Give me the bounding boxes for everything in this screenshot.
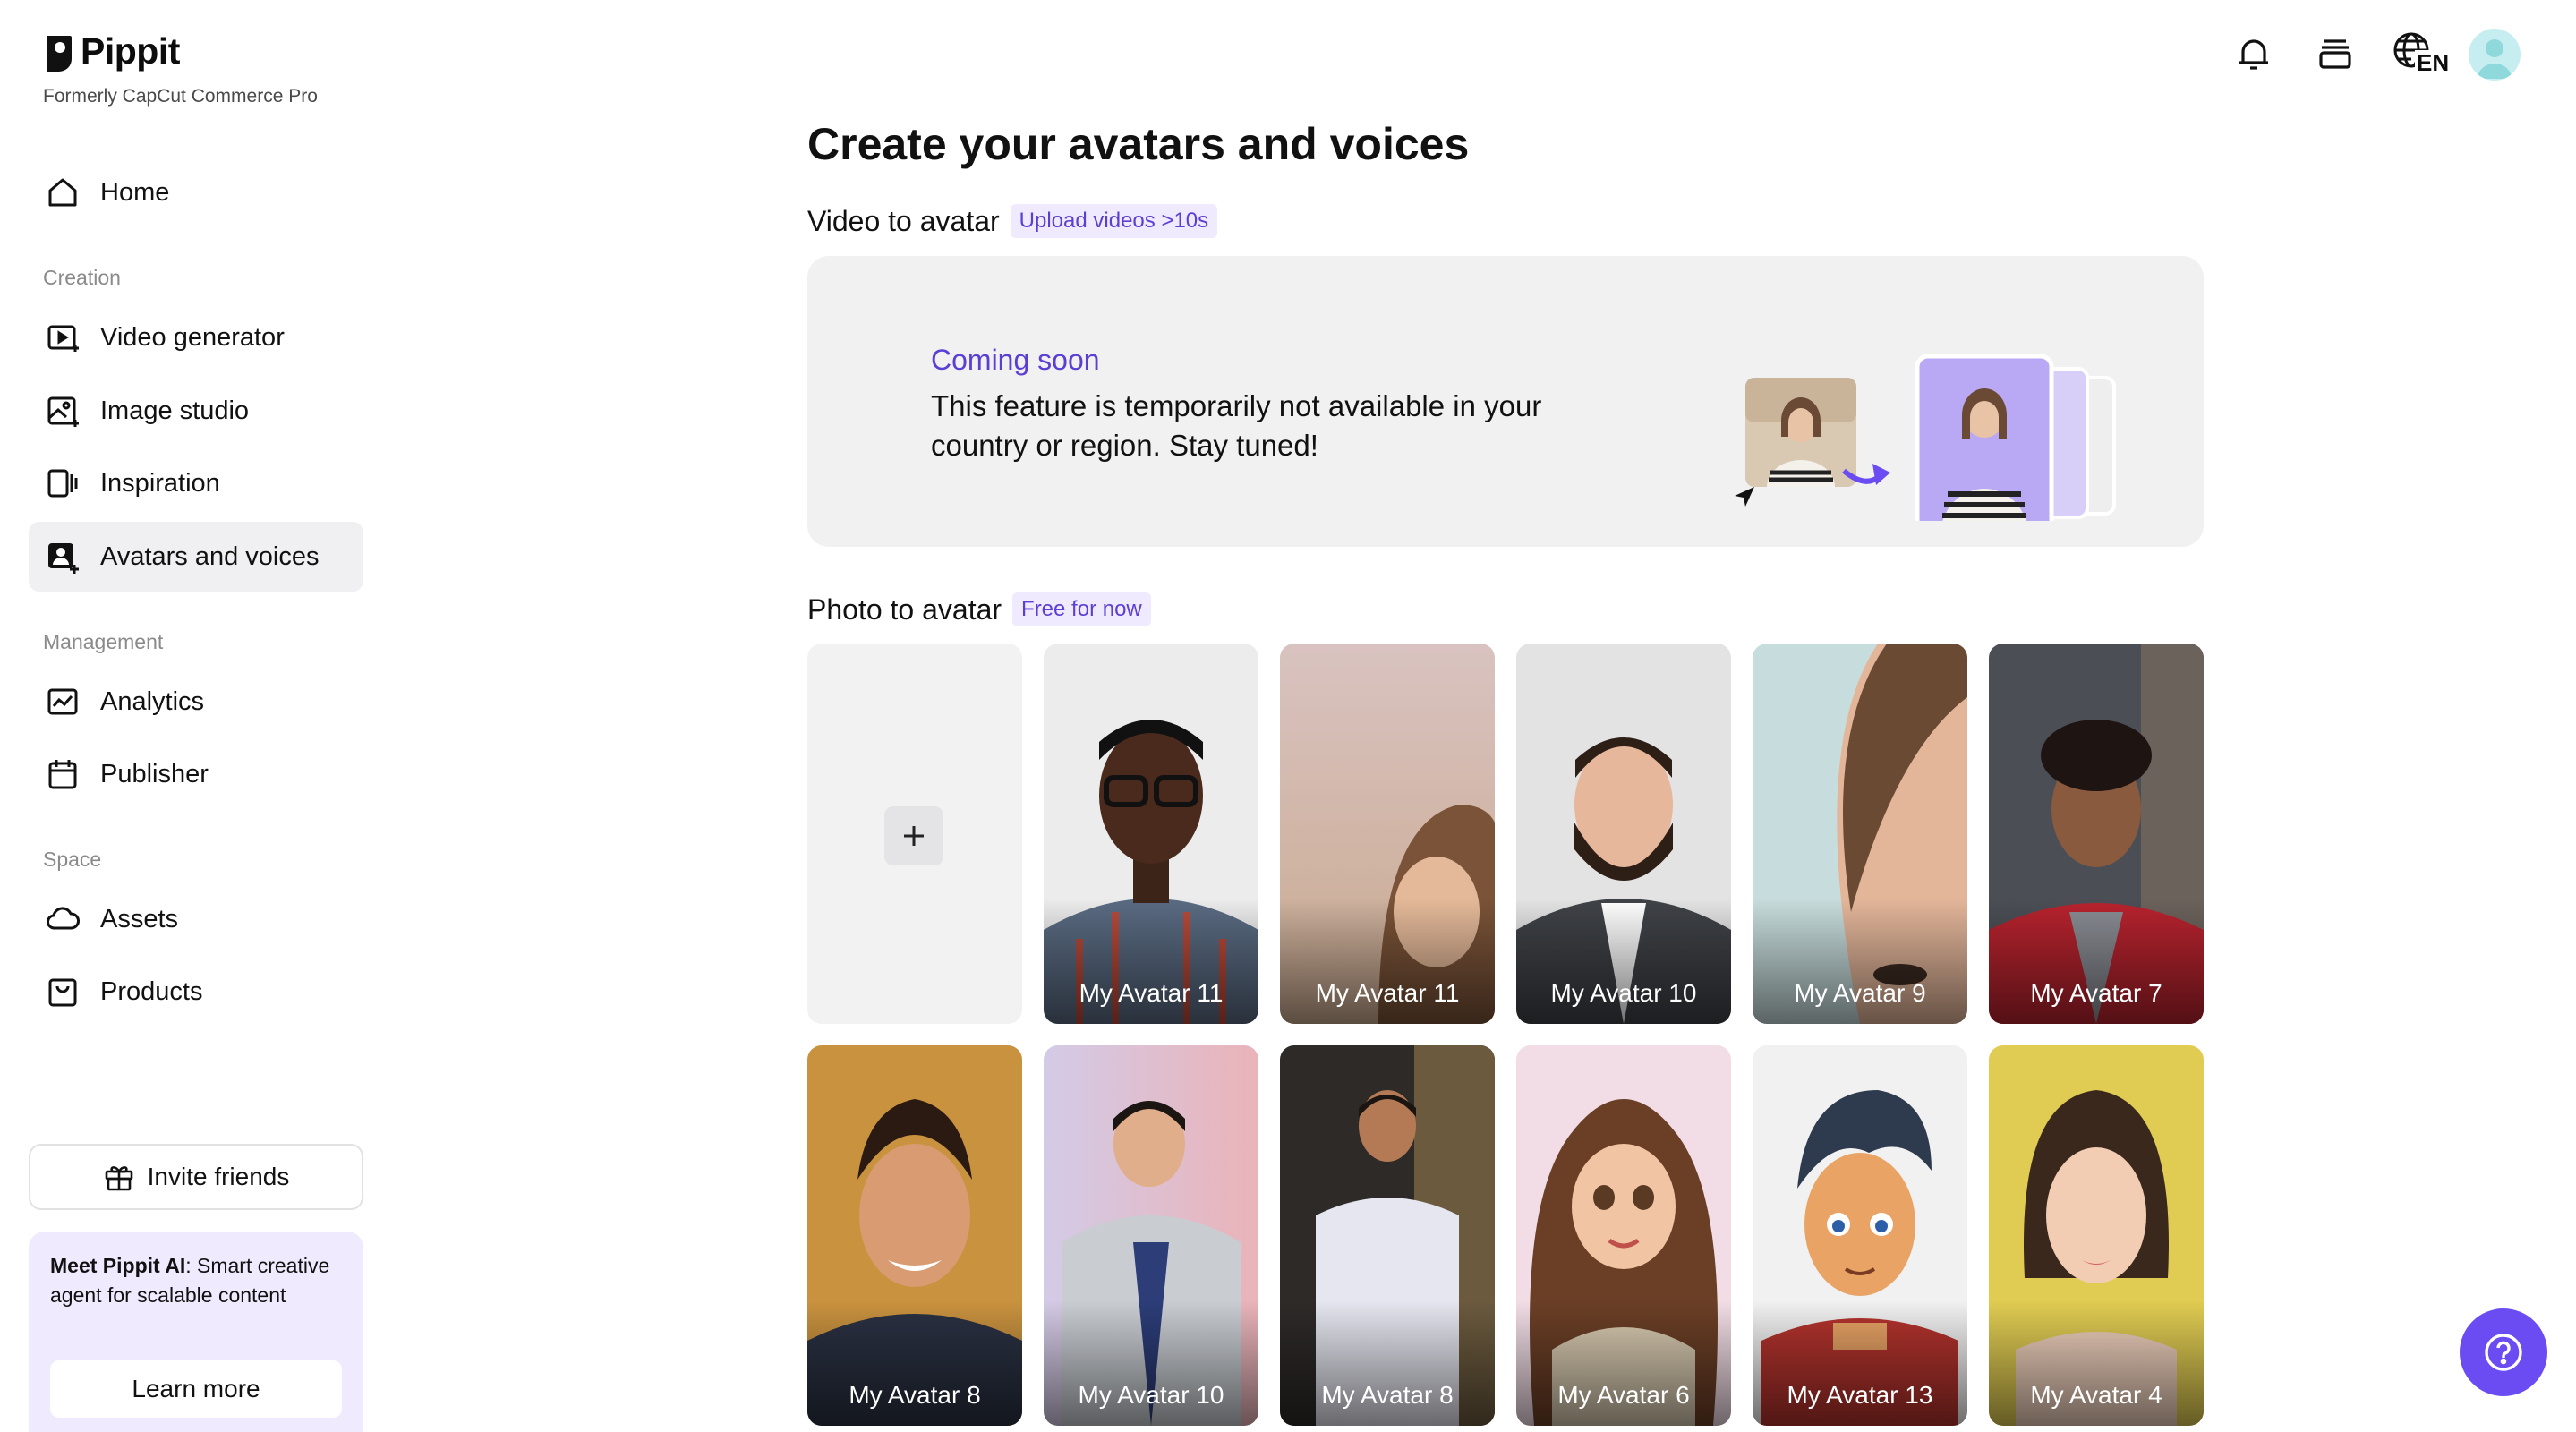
language-label: EN xyxy=(2415,49,2452,76)
free-for-now-badge: Free for now xyxy=(1012,592,1151,626)
gift-icon xyxy=(105,1166,132,1191)
avatar-name: My Avatar 4 xyxy=(2030,1381,2162,1409)
add-avatar-tile[interactable] xyxy=(807,644,1022,1024)
avatar-name: My Avatar 9 xyxy=(1794,979,1926,1007)
invite-friends-button[interactable]: Invite friends xyxy=(29,1144,363,1210)
sidebar-item-label: Analytics xyxy=(100,686,205,716)
sidebar-item-image-studio[interactable]: Image studio xyxy=(29,376,363,446)
stack-icon[interactable] xyxy=(2314,32,2357,75)
video-to-avatar-illustration xyxy=(1735,354,2116,521)
upload-videos-badge: Upload videos >10s xyxy=(1010,204,1218,238)
sidebar: Pippit Formerly CapCut Commerce Pro Home… xyxy=(0,0,385,1432)
sidebar-item-label: Products xyxy=(100,976,203,1006)
avatar-card[interactable]: My Avatar 8 xyxy=(807,1045,1022,1426)
avatar-name: My Avatar 11 xyxy=(1079,979,1224,1007)
avatar-card[interactable]: My Avatar 10 xyxy=(1516,644,1731,1024)
brand-name: Pippit xyxy=(81,30,180,72)
avatar-card[interactable]: My Avatar 10 xyxy=(1044,1045,1258,1426)
section-label-management: Management xyxy=(43,630,164,653)
sidebar-item-label: Publisher xyxy=(100,759,209,788)
learn-more-button[interactable]: Learn more xyxy=(50,1360,342,1418)
sidebar-item-analytics[interactable]: Analytics xyxy=(29,667,363,737)
avatar-name: My Avatar 10 xyxy=(1550,979,1697,1007)
avatar-name: My Avatar 8 xyxy=(1321,1381,1454,1409)
pippit-logo-icon xyxy=(47,35,72,72)
cloud-icon xyxy=(47,907,80,930)
promo-title: Meet Pippit AI xyxy=(50,1254,186,1277)
promo-text: Meet Pippit AI: Smart creative agent for… xyxy=(50,1251,342,1310)
sidebar-item-label: Image studio xyxy=(100,396,250,425)
avatar-name: My Avatar 6 xyxy=(1557,1381,1690,1409)
coming-soon-body: This feature is temporarily not availabl… xyxy=(931,389,1542,462)
page-title: Create your avatars and voices xyxy=(807,119,1470,169)
sidebar-item-label: Avatars and voices xyxy=(100,541,320,571)
analytics-icon xyxy=(47,688,78,715)
sidebar-item-label: Video generator xyxy=(100,322,285,352)
section-label-space: Space xyxy=(43,848,102,871)
inspiration-icon xyxy=(47,469,78,498)
avatar-icon xyxy=(48,543,79,574)
plus-icon xyxy=(904,826,924,846)
help-button[interactable] xyxy=(2460,1308,2547,1396)
brand-logo[interactable]: Pippit xyxy=(43,30,180,72)
avatar-name: My Avatar 10 xyxy=(1078,1381,1224,1409)
sidebar-item-video-generator[interactable]: Video generator xyxy=(29,303,363,372)
add-avatar-button[interactable] xyxy=(884,806,943,865)
avatar-name: My Avatar 11 xyxy=(1315,979,1460,1007)
sidebar-item-publisher[interactable]: Publisher xyxy=(29,739,363,809)
bag-icon xyxy=(48,978,77,1007)
avatar-card[interactable]: My Avatar 11 xyxy=(1044,644,1258,1024)
sidebar-item-label: Assets xyxy=(100,904,179,933)
sidebar-item-home[interactable]: Home xyxy=(29,158,363,227)
sidebar-item-assets[interactable]: Assets xyxy=(29,884,363,954)
question-mark-icon xyxy=(2485,1334,2522,1371)
profile-avatar[interactable] xyxy=(2469,29,2521,81)
brand-subtitle: Formerly CapCut Commerce Pro xyxy=(43,86,318,107)
calendar-icon xyxy=(48,760,77,789)
promo-card: Meet Pippit AI: Smart creative agent for… xyxy=(29,1232,363,1432)
image-studio-icon xyxy=(47,396,79,427)
avatar-card[interactable]: My Avatar 6 xyxy=(1516,1045,1731,1426)
avatar-card[interactable]: My Avatar 11 xyxy=(1280,644,1495,1024)
video-generator-icon xyxy=(47,325,79,352)
avatar-card[interactable]: My Avatar 9 xyxy=(1753,644,1967,1024)
video-to-avatar-card: Coming soon This feature is temporarily … xyxy=(807,256,2204,547)
avatar-card[interactable]: My Avatar 13 xyxy=(1753,1045,1967,1426)
photo-to-avatar-header: Photo to avatar Free for now xyxy=(807,592,1151,626)
sidebar-item-label: Inspiration xyxy=(100,468,220,498)
avatar-card[interactable]: My Avatar 8 xyxy=(1280,1045,1495,1426)
photo-to-avatar-title: Photo to avatar xyxy=(807,592,1002,626)
avatar-name: My Avatar 8 xyxy=(849,1381,981,1409)
avatar-card[interactable]: My Avatar 4 xyxy=(1989,1045,2204,1426)
video-to-avatar-header: Video to avatar Upload videos >10s xyxy=(807,204,1218,238)
sidebar-item-products[interactable]: Products xyxy=(29,957,363,1027)
home-icon xyxy=(48,178,77,207)
section-label-creation: Creation xyxy=(43,266,121,289)
sidebar-item-avatars-and-voices[interactable]: Avatars and voices xyxy=(29,522,363,592)
avatar-name: My Avatar 13 xyxy=(1787,1381,1933,1409)
user-silhouette-icon xyxy=(2478,39,2512,79)
bell-icon[interactable] xyxy=(2232,32,2275,75)
language-switcher[interactable]: EN xyxy=(2392,30,2452,81)
sidebar-item-inspiration[interactable]: Inspiration xyxy=(29,448,363,518)
sidebar-item-label: Home xyxy=(100,177,170,207)
avatar-name: My Avatar 7 xyxy=(2030,979,2162,1007)
avatar-card[interactable]: My Avatar 7 xyxy=(1989,644,2204,1024)
invite-friends-label: Invite friends xyxy=(147,1163,290,1190)
video-to-avatar-title: Video to avatar xyxy=(807,204,1000,237)
coming-soon-title: Coming soon xyxy=(931,344,1100,376)
